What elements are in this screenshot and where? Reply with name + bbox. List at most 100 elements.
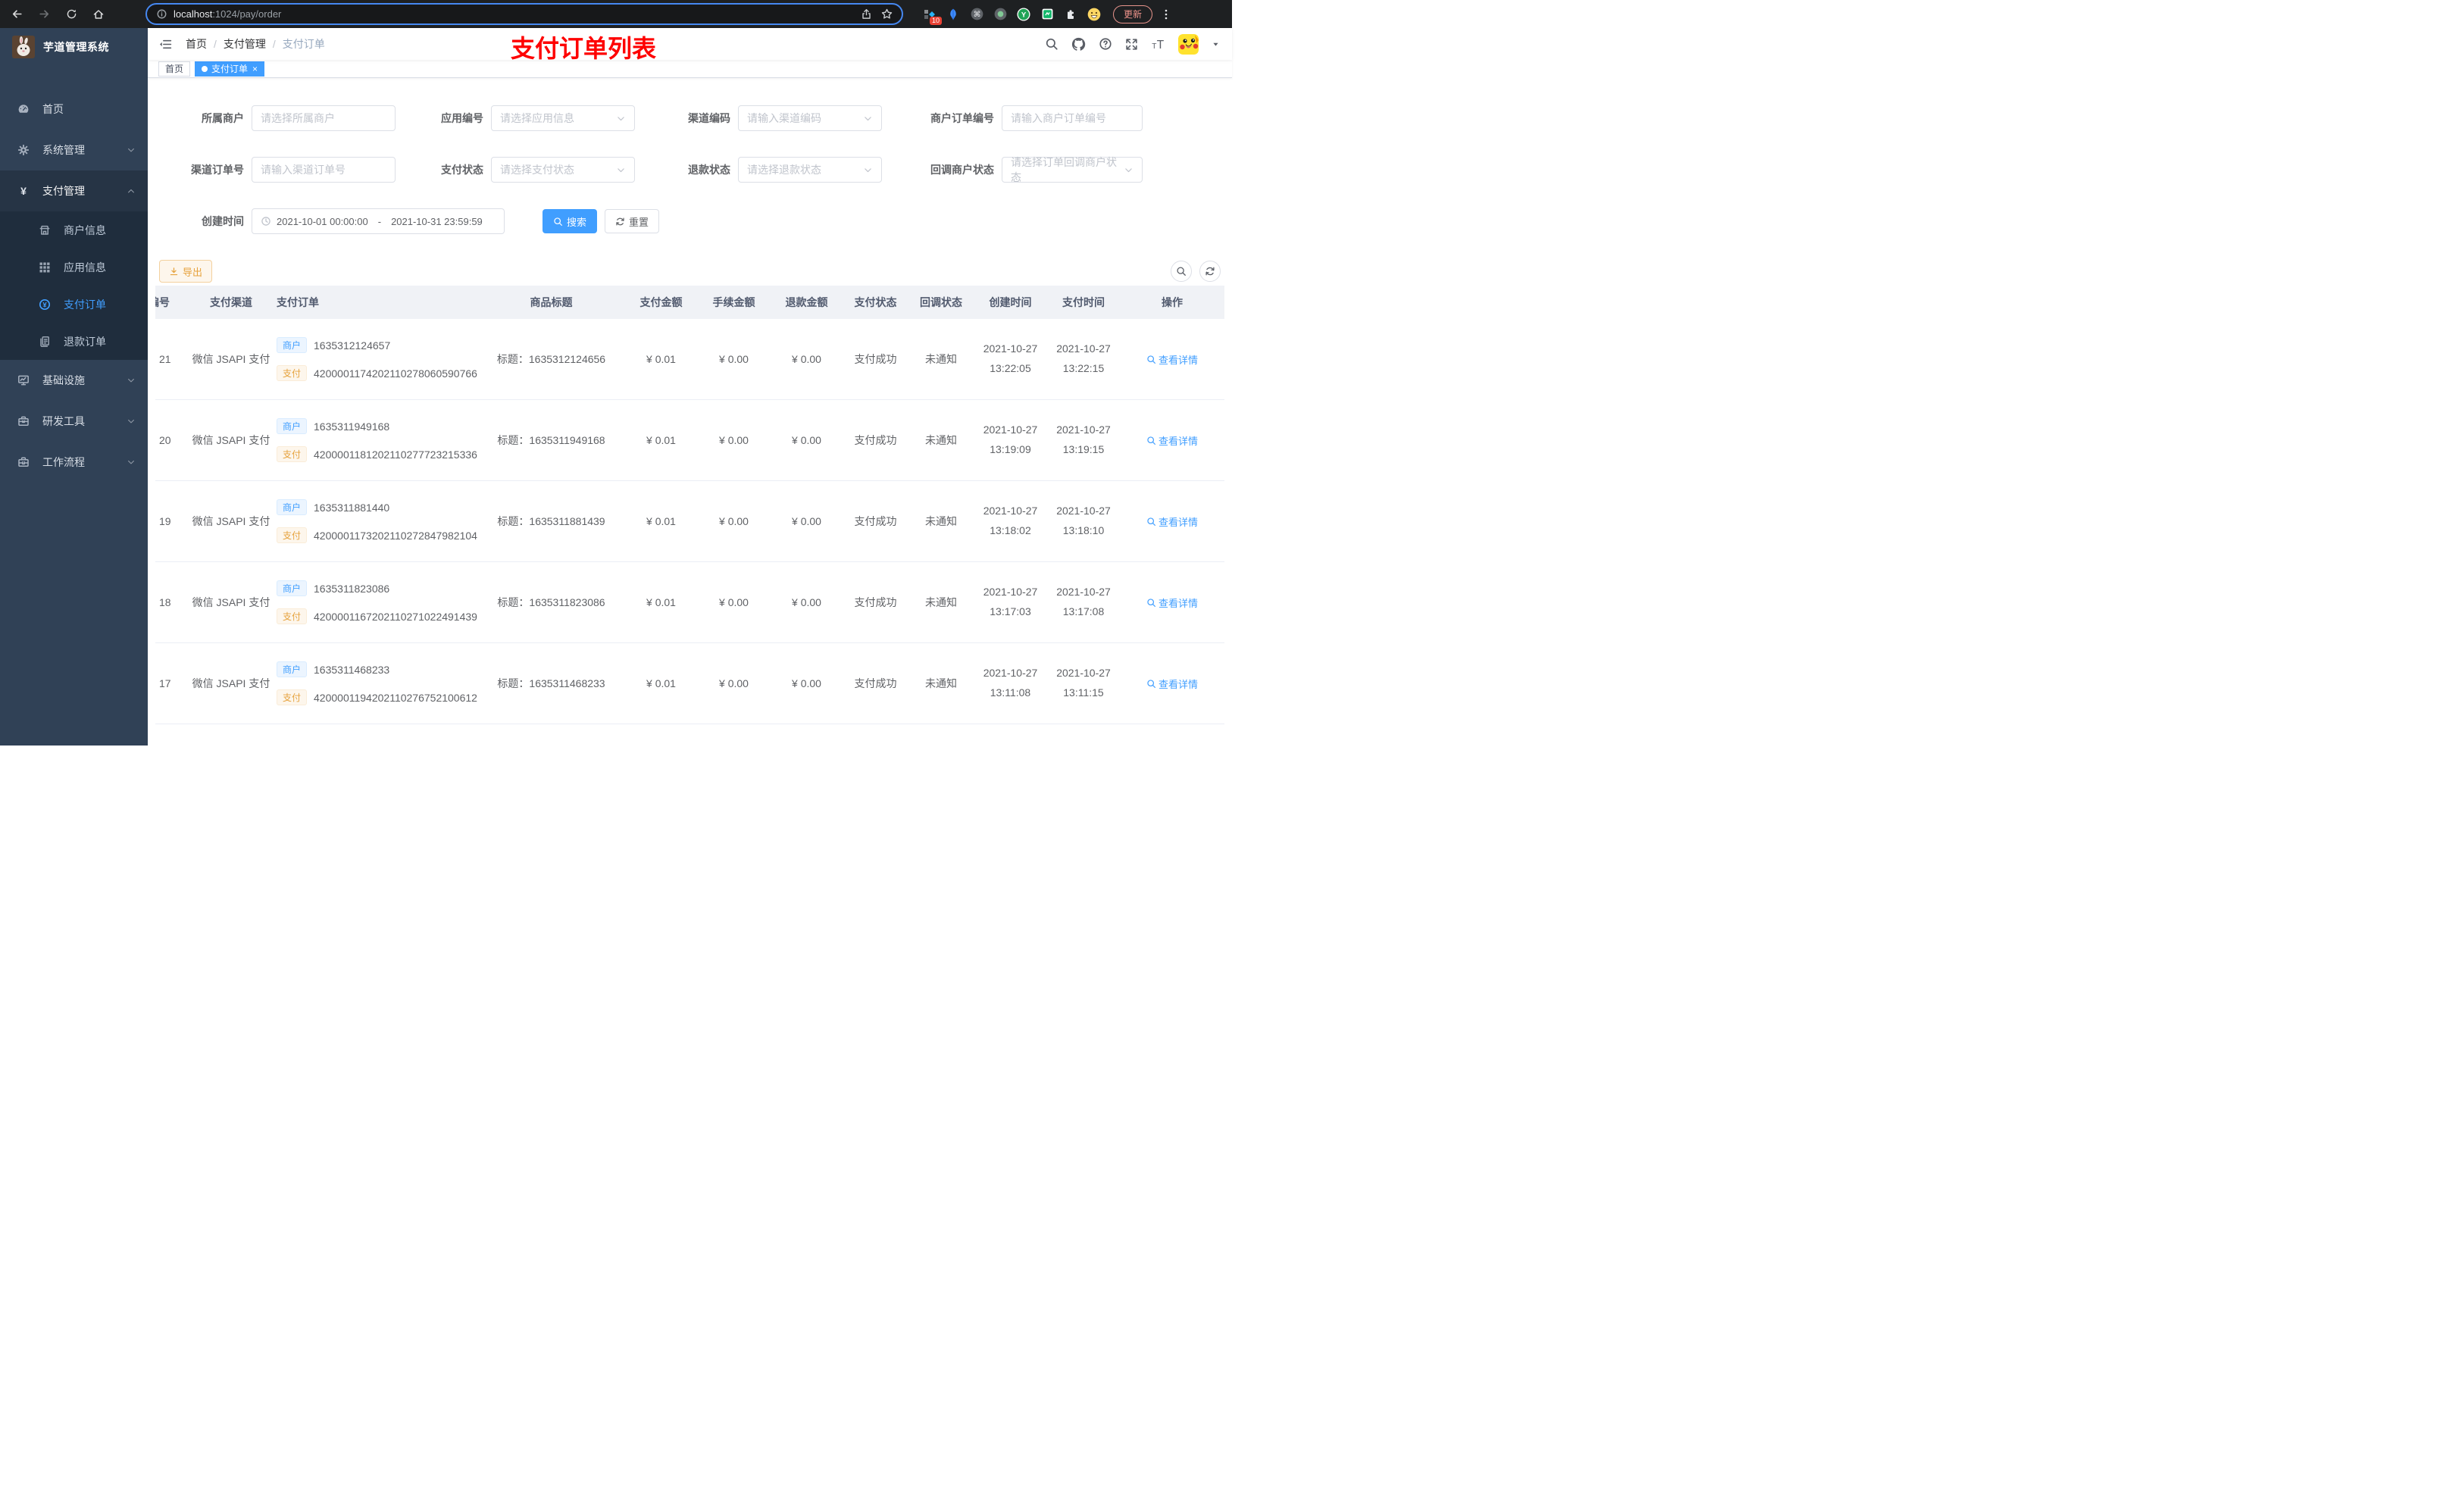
view-detail-link[interactable]: 查看详情 <box>1146 514 1198 529</box>
user-avatar[interactable] <box>1178 33 1199 55</box>
column-header-label: 手续金额 <box>712 296 755 308</box>
select-回调商户状态[interactable]: 请选择订单回调商户状态 <box>1002 156 1143 183</box>
extension-kite-icon[interactable] <box>946 8 960 21</box>
title-cell: 标题：1635312124656 <box>477 352 625 367</box>
select-渠道编码[interactable]: 请输入渠道编码 <box>738 105 882 131</box>
input-渠道订单号[interactable]: 请输入渠道订单号 <box>252 157 396 183</box>
sidebar-item-退款订单[interactable]: 退款订单 <box>0 323 148 360</box>
order-cell: 商户 1635311823086 支付 42000011672021102710224… <box>277 580 477 624</box>
sidebar-item-工作流程[interactable]: 工作流程 <box>0 442 148 483</box>
tab-close-icon[interactable]: × <box>252 64 258 73</box>
column-header-商品标题: 商品标题 <box>477 295 625 310</box>
tab-首页[interactable]: 首页 <box>158 61 191 77</box>
extensions-puzzle-icon[interactable] <box>1064 8 1077 21</box>
fullscreen-icon[interactable] <box>1125 38 1138 51</box>
notify-status-cell: 未通知 <box>925 677 957 689</box>
toolbox-icon <box>15 415 32 427</box>
header-search-icon[interactable] <box>1045 37 1058 51</box>
menu-fold-icon[interactable] <box>157 36 174 52</box>
view-detail-link[interactable]: 查看详情 <box>1146 595 1198 610</box>
order-cell: 商户 1635312124657 支付 42000011742021102780605… <box>277 337 477 381</box>
sidebar-item-首页[interactable]: 首页 <box>0 89 148 130</box>
sidebar-menu: 首页 系统管理 ¥ 支付管理 商户信息 应用信息 ¥ 支付订单 退款订单 基础设施 研发工具 工作流程 <box>0 66 148 483</box>
sidebar-item-支付管理[interactable]: ¥ 支付管理 <box>0 170 148 211</box>
share-icon[interactable] <box>861 8 872 20</box>
sidebar-item-label: 商户信息 <box>64 223 106 236</box>
date-line: 2021-10-27 <box>1056 505 1111 517</box>
refresh-table-button[interactable] <box>1199 261 1221 282</box>
refund-cell: ¥ 0.00 <box>792 677 821 689</box>
time-line: 13:17:08 <box>1062 605 1105 617</box>
browser-home-icon[interactable] <box>88 4 109 25</box>
filter-field-渠道编码: 渠道编码 请输入渠道编码 <box>662 105 882 131</box>
view-detail-link[interactable]: 查看详情 <box>1146 433 1198 448</box>
input-商户订单编号[interactable]: 请输入商户订单编号 <box>1002 105 1143 131</box>
github-icon[interactable] <box>1071 37 1086 52</box>
view-detail-link[interactable]: 查看详情 <box>1146 352 1198 367</box>
created-time-cell: 2021-10-27 13:22:05 <box>974 339 1047 379</box>
sidebar-item-label: 支付管理 <box>42 185 85 197</box>
extension-y-icon[interactable]: Y <box>1017 7 1030 21</box>
column-header-操作: 操作 <box>1120 295 1224 310</box>
clock-icon <box>261 216 271 227</box>
browser-update-button[interactable]: 更新 <box>1113 5 1153 23</box>
breadcrumb-item-支付管理[interactable]: 支付管理 <box>224 36 266 52</box>
select-应用编号[interactable]: 请选择应用信息 <box>491 105 635 131</box>
sidebar-item-系统管理[interactable]: 系统管理 <box>0 130 148 170</box>
extension-recorder-icon[interactable] <box>993 8 1007 21</box>
title-prefix: 标题： <box>496 353 529 365</box>
toggle-search-button[interactable] <box>1171 261 1192 282</box>
browser-reload-icon[interactable] <box>61 4 82 25</box>
placeholder-text: 请输入渠道订单号 <box>261 164 346 176</box>
url-host: localhost <box>174 8 213 20</box>
sidebar-item-支付订单[interactable]: ¥ 支付订单 <box>0 286 148 323</box>
site-info-icon[interactable] <box>156 8 167 20</box>
reset-button[interactable]: 重置 <box>605 209 660 233</box>
date-line: 2021-10-27 <box>983 342 1038 355</box>
action-cell: 查看详情 <box>1120 433 1224 448</box>
sidebar-item-商户信息[interactable]: 商户信息 <box>0 211 148 248</box>
placeholder-text: 请选择退款状态 <box>747 164 821 176</box>
column-header-label: 回调状态 <box>920 296 962 308</box>
sidebar-item-基础设施[interactable]: 基础设施 <box>0 360 148 401</box>
browser-profile-avatar[interactable] <box>1087 8 1101 21</box>
action-cell: 查看详情 <box>1120 514 1224 529</box>
breadcrumb-item-首页[interactable]: 首页 <box>186 36 207 52</box>
order-id-cell: 18 <box>159 596 171 608</box>
search-button[interactable]: 搜索 <box>543 209 598 233</box>
avatar-caret-down-icon[interactable] <box>1212 40 1220 48</box>
select-支付状态[interactable]: 请选择支付状态 <box>491 157 635 183</box>
font-size-icon[interactable]: TT <box>1151 37 1165 52</box>
extension-green-icon[interactable] <box>1040 8 1054 21</box>
bookmark-star-icon[interactable] <box>881 8 893 20</box>
sidebar-item-label: 支付订单 <box>64 298 106 311</box>
dashboard-icon <box>15 103 32 115</box>
sidebar-item-应用信息[interactable]: 应用信息 <box>0 248 148 286</box>
browser-back-icon[interactable] <box>6 4 27 25</box>
extension-command-icon[interactable]: ⌘ <box>970 8 983 21</box>
view-detail-link[interactable]: 查看详情 <box>1146 677 1198 691</box>
pay-status-cell: 支付成功 <box>854 596 897 608</box>
app-logo[interactable]: 芋道管理系统 <box>0 28 148 66</box>
input-所属商户[interactable]: 请选择所属商户 <box>252 105 396 131</box>
fee-cell: ¥ 0.00 <box>719 515 749 527</box>
refund-cell: ¥ 0.00 <box>792 353 821 365</box>
placeholder-text: 请选择订单回调商户状态 <box>1011 156 1117 183</box>
pay-tag: 支付 <box>277 608 308 624</box>
help-icon[interactable] <box>1099 37 1112 51</box>
browser-address-bar[interactable]: localhost:1024/pay/order <box>145 3 903 25</box>
pay-tag: 支付 <box>277 365 308 381</box>
fee-cell: ¥ 0.00 <box>719 677 749 689</box>
sidebar-item-研发工具[interactable]: 研发工具 <box>0 401 148 442</box>
extension-sidebar-icon[interactable]: 10 <box>923 8 942 25</box>
select-退款状态[interactable]: 请选择退款状态 <box>738 157 882 183</box>
export-button[interactable]: 导出 <box>159 260 213 283</box>
tab-支付订单[interactable]: 支付订单 × <box>195 61 265 77</box>
svg-text:¥: ¥ <box>20 185 27 197</box>
amount-cell: ¥ 0.01 <box>646 515 676 527</box>
sidebar-item-label: 研发工具 <box>42 415 85 427</box>
browser-forward-icon[interactable] <box>33 4 55 25</box>
chevron-down-icon <box>127 145 136 155</box>
browser-menu-icon[interactable] <box>1160 8 1172 20</box>
date-range-input[interactable]: 2021-10-01 00:00:00-2021-10-31 23:59:59 <box>252 208 505 234</box>
